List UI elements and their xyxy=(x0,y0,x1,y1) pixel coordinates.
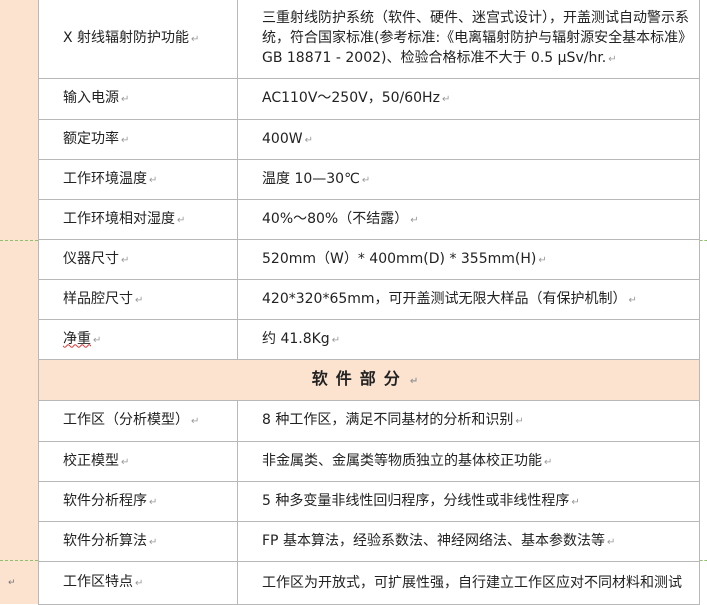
row-value: 420*320*65mm，可开盖测试无限大样品（有保护机制） ↵ xyxy=(237,279,700,320)
table-row: X 射线辐射防护功能 ↵ 三重射线防护系统（软件、硬件、迷宫式设计），开盖测试自动… xyxy=(38,0,700,79)
margin-guide xyxy=(700,240,707,241)
row-value: 520mm（W）* 400mm(D) * 355mm(H) ↵ xyxy=(237,239,700,280)
row-label: 软件分析算法 ↵ xyxy=(38,521,238,562)
table-row: 工作环境温度 ↵ 温度 10—30℃ ↵ xyxy=(38,159,700,200)
row-label: 工作环境温度 ↵ xyxy=(38,159,238,200)
row-value: 400W ↵ xyxy=(237,119,700,160)
table-row: 工作环境相对湿度 ↵ 40%～80%（不结露） ↵ xyxy=(38,199,700,240)
spec-table: X 射线辐射防护功能 ↵ 三重射线防护系统（软件、硬件、迷宫式设计），开盖测试自动… xyxy=(38,0,700,605)
row-value: 40%～80%（不结露） ↵ xyxy=(237,199,700,240)
row-label: X 射线辐射防护功能 ↵ xyxy=(38,0,238,79)
row-label: 软件分析程序 ↵ xyxy=(38,481,238,522)
return-mark: ↵ xyxy=(8,578,16,588)
row-value: 约 41.8Kg ↵ xyxy=(237,319,700,360)
row-label: 净重 ↵ xyxy=(38,319,238,360)
table-row: 工作区特点 ↵ 工作区为开放式，可扩展性强，自行建立工作区应对不同材料和测试 xyxy=(38,561,700,605)
table-row: 额定功率 ↵ 400W ↵ xyxy=(38,119,700,160)
section-header-row: 软件部分 ↵ xyxy=(38,359,700,401)
row-label: 校正模型 ↵ xyxy=(38,441,238,482)
row-value: 5 种多变量非线性回归程序，分线性或非线性程序 ↵ xyxy=(237,481,700,522)
row-value: 8 种工作区，满足不同基材的分析和识别 ↵ xyxy=(237,400,700,442)
table-row: 输入电源 ↵ AC110V～250V，50/60Hz ↵ xyxy=(38,78,700,120)
table-row: 净重 ↵ 约 41.8Kg ↵ xyxy=(38,319,700,360)
table-row: 样品腔尺寸 ↵ 420*320*65mm，可开盖测试无限大样品（有保护机制） ↵ xyxy=(38,279,700,320)
left-margin-strip xyxy=(0,0,38,604)
margin-guide xyxy=(0,560,38,561)
row-label: 工作区特点 ↵ xyxy=(38,561,238,605)
row-value: 三重射线防护系统（软件、硬件、迷宫式设计），开盖测试自动警示系统，符合国家标准(… xyxy=(237,0,700,79)
row-value: 非金属类、金属类等物质独立的基体校正功能 ↵ xyxy=(237,441,700,482)
row-label: 额定功率 ↵ xyxy=(38,119,238,160)
row-value: AC110V～250V，50/60Hz ↵ xyxy=(237,78,700,120)
row-value: 温度 10—30℃ ↵ xyxy=(237,159,700,200)
table-row: 软件分析算法 ↵ FP 基本算法，经验系数法、神经网络法、基本参数法等 ↵ xyxy=(38,521,700,562)
margin-guide xyxy=(700,560,707,561)
row-label: 仪器尺寸 ↵ xyxy=(38,239,238,280)
table-row: 仪器尺寸 ↵ 520mm（W）* 400mm(D) * 355mm(H) ↵ xyxy=(38,239,700,280)
table-row: 工作区（分析模型） ↵ 8 种工作区，满足不同基材的分析和识别 ↵ xyxy=(38,400,700,442)
row-label: 输入电源 ↵ xyxy=(38,78,238,120)
table-row: 校正模型 ↵ 非金属类、金属类等物质独立的基体校正功能 ↵ xyxy=(38,441,700,482)
table-row: 软件分析程序 ↵ 5 种多变量非线性回归程序，分线性或非线性程序 ↵ xyxy=(38,481,700,522)
row-value: FP 基本算法，经验系数法、神经网络法、基本参数法等 ↵ xyxy=(237,521,700,562)
row-value: 工作区为开放式，可扩展性强，自行建立工作区应对不同材料和测试 xyxy=(237,561,700,605)
row-label: 工作区（分析模型） ↵ xyxy=(38,400,238,442)
row-label: 工作环境相对湿度 ↵ xyxy=(38,199,238,240)
section-title: 软件部分 ↵ xyxy=(38,359,700,401)
margin-guide xyxy=(0,240,38,241)
row-label: 样品腔尺寸 ↵ xyxy=(38,279,238,320)
